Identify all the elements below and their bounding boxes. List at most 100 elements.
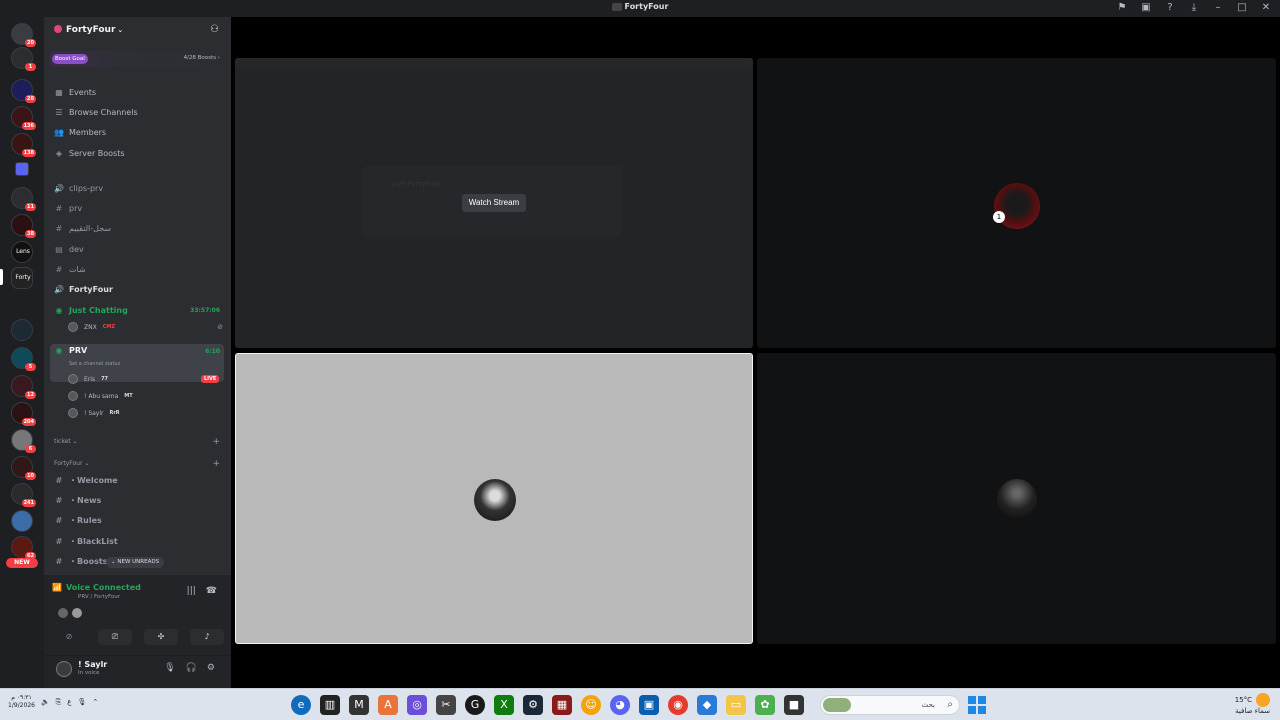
channel-prv[interactable]: # prv <box>54 201 220 215</box>
server-icon[interactable]: 10 <box>11 456 36 480</box>
inbox-icon[interactable]: ▣ <box>1140 2 1152 13</box>
camera-off-icon[interactable]: ⊘ <box>52 629 86 645</box>
settings-gear-icon[interactable]: ⚙ <box>207 663 215 673</box>
voice-user-row[interactable]: ! Saylr RrR <box>68 407 120 419</box>
app-icon-circle[interactable]: ◎ <box>407 695 427 715</box>
channel-rating-log[interactable]: # سجل-التقييم <box>54 221 220 235</box>
server-icon[interactable]: 204 <box>11 402 36 426</box>
server-icon[interactable]: 12 <box>11 375 36 399</box>
invite-people-icon[interactable]: ⚇ <box>210 24 219 35</box>
channel-just-chatting[interactable]: ◉ Just Chatting 33:57:06 <box>54 303 221 317</box>
server-icon[interactable]: Lens <box>11 241 33 263</box>
server-icon[interactable]: 136 <box>11 106 36 130</box>
screen-share-icon[interactable]: ⎚ <box>98 629 132 645</box>
edge-icon[interactable]: e <box>291 695 311 715</box>
participant-tile-speaking[interactable] <box>235 353 753 644</box>
add-channel-icon[interactable]: + <box>212 459 220 469</box>
store-icon[interactable]: ▣ <box>639 695 659 715</box>
username[interactable]: ! Saylr <box>78 660 107 669</box>
threads-icon[interactable]: ⚑ <box>1116 2 1128 13</box>
maximize-icon[interactable]: □ <box>1236 2 1248 13</box>
app-icon-dark[interactable]: ■ <box>784 695 804 715</box>
channel-chat[interactable]: # شات <box>54 262 220 276</box>
channel-clips-prv[interactable]: 🔊 clips-prv <box>54 181 220 195</box>
nav-server-boosts[interactable]: ◈ Server Boosts <box>54 146 125 160</box>
microphone-tray-icon[interactable]: 🎙 <box>77 698 86 706</box>
server-icon[interactable] <box>11 319 33 341</box>
channel-status-hint[interactable]: Set a channel status <box>69 361 120 367</box>
download-icon[interactable]: ⤓ <box>1188 2 1200 13</box>
volume-icon[interactable]: 🔈 <box>41 698 50 706</box>
app-icon-blue[interactable]: ◆ <box>697 695 717 715</box>
nav-members[interactable]: 👥 Members <box>54 125 106 139</box>
participant-tile[interactable] <box>757 353 1276 644</box>
weather-widget[interactable]: 15°C سماء صافية <box>1235 693 1270 716</box>
new-unreads-pill[interactable]: ⌄ NEW UNREADS <box>106 557 165 568</box>
network-icon[interactable]: ⎘ <box>56 698 62 707</box>
server-icon[interactable]: 38 <box>11 214 36 238</box>
boost-goal-bar[interactable]: Boost Goal 4/28 Boosts › <box>50 51 224 67</box>
server-icon-fortyfour[interactable]: Forty <box>11 267 33 289</box>
app-icon-yellow[interactable]: ☺ <box>581 695 601 715</box>
home-button[interactable]: 20 <box>11 23 36 47</box>
server-icon[interactable]: 5 <box>11 347 36 371</box>
terminal-icon[interactable]: ▥ <box>320 695 340 715</box>
server-icon[interactable]: 62 <box>11 536 36 560</box>
server-icon[interactable]: 1 <box>11 47 36 71</box>
file-explorer-icon[interactable]: ▭ <box>726 695 746 715</box>
nav-events[interactable]: ▦ Events <box>54 85 96 99</box>
watch-stream-button[interactable]: Watch Stream <box>462 194 526 212</box>
headphones-icon[interactable]: 🎧 <box>186 663 197 673</box>
language-icon[interactable]: ع <box>67 698 71 706</box>
server-name[interactable]: FortyFour ⌄ <box>54 25 123 35</box>
channel-rules[interactable]: # ・Rules <box>54 513 220 527</box>
channel-fortyfour-voice[interactable]: 🔊 FortyFour <box>54 282 220 296</box>
chrome-icon[interactable]: ◉ <box>668 695 688 715</box>
discord-icon[interactable]: ◕ <box>610 695 630 715</box>
add-channel-icon[interactable]: + <box>212 437 220 447</box>
noise-suppression-icon[interactable]: ||| <box>187 586 196 596</box>
voice-user-row[interactable]: Eris 77 <box>68 373 108 385</box>
new-badge[interactable]: NEW <box>6 558 38 568</box>
app-icon-a[interactable]: A <box>378 695 398 715</box>
server-header[interactable]: FortyFour ⌄ ⚇ <box>44 17 231 45</box>
category-fortyfour[interactable]: FortyFour ⌄ + <box>54 459 220 469</box>
windows-start-icon[interactable] <box>968 696 986 714</box>
channel-welcome[interactable]: # ・Welcome <box>54 473 220 487</box>
app-icon-green[interactable]: ✿ <box>755 695 775 715</box>
server-icon[interactable]: 28 <box>11 79 36 103</box>
server-icon[interactable]: 138 <box>11 133 36 157</box>
folder-icon[interactable] <box>15 162 29 176</box>
game-icon[interactable]: ▦ <box>552 695 572 715</box>
voice-location[interactable]: PRV / FortyFour <box>78 594 120 600</box>
soundboard-icon[interactable]: ♪ <box>190 629 224 645</box>
disconnect-icon[interactable]: ☎ <box>206 586 217 596</box>
microphone-icon[interactable]: 🎙 <box>164 663 175 673</box>
help-icon[interactable]: ? <box>1164 2 1176 13</box>
email-app-icon[interactable]: M <box>349 695 369 715</box>
channel-dev[interactable]: ▤ dev <box>54 242 220 256</box>
voice-user-row[interactable]: ZNX CMZ <box>68 321 115 333</box>
voice-status[interactable]: 📶 Voice Connected <box>52 583 141 592</box>
avatar[interactable] <box>56 661 72 677</box>
steam-icon[interactable]: ⚙ <box>523 695 543 715</box>
chevron-up-icon[interactable]: ⌃ <box>92 698 98 706</box>
activities-icon[interactable]: ✣ <box>144 629 178 645</box>
taskbar-clock[interactable]: ٠٩:٣١ م 1/9/2026 <box>8 694 35 710</box>
server-icon[interactable] <box>11 510 33 532</box>
xbox-icon[interactable]: X <box>494 695 514 715</box>
taskbar-search[interactable]: بحث ⌕ <box>820 695 960 715</box>
channel-blacklist[interactable]: # ・BlackList <box>54 534 220 548</box>
stream-tile[interactable]: Live FortyFour Watch Stream <box>235 58 753 348</box>
channel-news[interactable]: # ・News <box>54 493 220 507</box>
app-icon-g[interactable]: G <box>465 695 485 715</box>
minimize-icon[interactable]: – <box>1212 2 1224 13</box>
voice-user-row[interactable]: ! Abu sama MT <box>68 390 133 402</box>
server-icon[interactable]: 6 <box>11 429 36 453</box>
server-icon[interactable]: 241 <box>11 483 36 507</box>
participant-tile[interactable]: 1 <box>757 58 1276 348</box>
close-icon[interactable]: ✕ <box>1260 2 1272 13</box>
server-icon[interactable]: 11 <box>11 187 36 211</box>
capcut-icon[interactable]: ✂ <box>436 695 456 715</box>
nav-browse-channels[interactable]: ☰ Browse Channels <box>54 105 137 119</box>
